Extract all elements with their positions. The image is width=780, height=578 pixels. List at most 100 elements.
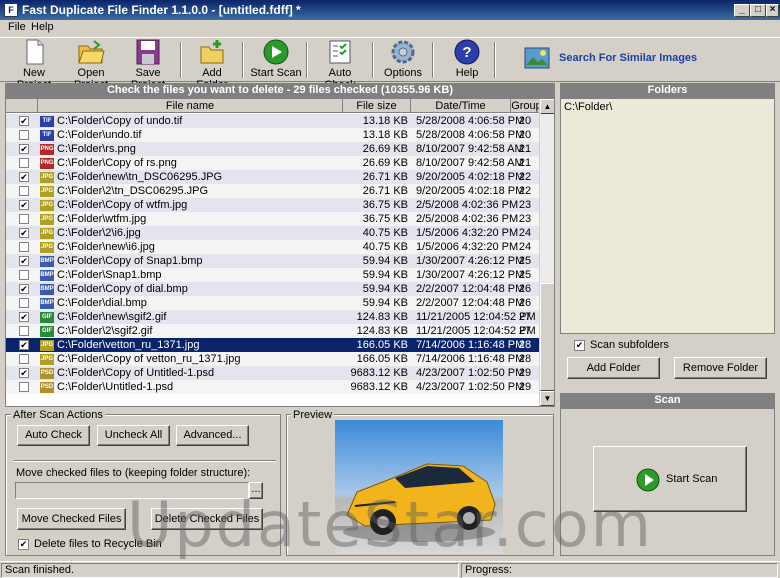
delete-checked-files-button[interactable]: Delete Checked Files [151,508,263,530]
results-scrollbar[interactable]: ▲ ▼ [539,99,554,406]
row-checkbox[interactable] [19,270,29,280]
table-row[interactable]: ✔ JPG C:\Folder\new\tn_DSC06295.JPG 26.71 K… [6,170,543,184]
row-checkbox[interactable]: ✔ [19,368,29,378]
row-file-name: C:\Folder\2\sgif2.gif [57,325,153,337]
column-header-check[interactable] [6,99,38,113]
scan-subfolders-checkbox[interactable]: ✔ [574,340,585,351]
folder-item[interactable]: C:\Folder\ [564,101,612,113]
close-button[interactable]: × [766,4,779,17]
start-scan-button[interactable]: Start Scan [250,39,302,81]
row-checkbox[interactable]: ✔ [19,228,29,238]
column-header-file-name[interactable]: File name [38,99,343,113]
column-header-date-time[interactable]: Date/Time [411,99,511,113]
table-row[interactable]: PNG C:\Folder\Copy of rs.png 26.69 KB 8/10/… [6,156,543,170]
folders-list[interactable]: C:\Folder\ [560,98,775,334]
open-project-button[interactable]: Open Project [63,39,119,91]
row-checkbox[interactable] [19,158,29,168]
row-checkbox[interactable]: ✔ [19,256,29,266]
minimize-button[interactable]: _ [734,4,750,17]
table-row[interactable]: JPG C:\Folder\Copy of vetton_ru_1371.jpg 1… [6,352,543,366]
advanced-button[interactable]: Advanced... [176,425,249,446]
results-grid: File name File size Date/Time Group ✔ TIF… [5,98,555,407]
row-checkbox[interactable]: ✔ [19,284,29,294]
search-similar-images-link[interactable]: Search For Similar Images [559,52,697,64]
options-button[interactable]: Options [380,39,426,81]
row-file-size: 166.05 KB [356,339,408,351]
table-row[interactable]: BMP C:\Folder\Snap1.bmp 59.94 KB 1/30/2007 … [6,268,543,282]
move-checked-files-button[interactable]: Move Checked Files [17,508,126,530]
table-row[interactable]: ✔ PSD C:\Folder\Copy of Untitled-1.psd 9683… [6,366,543,380]
row-checkbox[interactable] [19,130,29,140]
scroll-thumb[interactable] [540,283,554,391]
move-destination-input[interactable] [15,482,249,499]
image-search-icon[interactable] [524,47,550,69]
results-header: Check the files you want to delete - 29 … [5,83,555,98]
table-row[interactable]: JPG C:\Folder\2\tn_DSC06295.JPG 26.71 KB 9/… [6,184,543,198]
table-row[interactable]: BMP C:\Folder\dial.bmp 59.94 KB 2/2/2007 12… [6,296,543,310]
row-date-time: 4/23/2007 1:02:50 PM [416,367,525,379]
row-checkbox[interactable]: ✔ [19,144,29,154]
menu-help[interactable]: Help [31,21,54,33]
title-bar: F Fast Duplicate File Finder 1.1.0.0 - [… [0,0,780,20]
uncheck-all-button[interactable]: Uncheck All [97,425,170,446]
row-group: 28 [518,339,532,351]
save-project-button[interactable]: Save Project [120,39,176,91]
row-checkbox[interactable]: ✔ [19,172,29,182]
table-row[interactable]: JPG C:\Folder\new\i6.jpg 40.75 KB 1/5/2006 … [6,240,543,254]
row-file-name: C:\Folder\wtfm.jpg [57,213,147,225]
table-row[interactable]: ✔ TIF C:\Folder\Copy of undo.tif 13.18 KB 5/… [6,114,543,128]
row-checkbox[interactable]: ✔ [19,116,29,126]
progress-cell: Progress: [461,563,778,578]
table-row[interactable]: GIF C:\Folder\2\sgif2.gif 124.83 KB 11/21/2… [6,324,543,338]
table-row[interactable]: JPG C:\Folder\wtfm.jpg 36.75 KB 2/5/2008 4:… [6,212,543,226]
row-checkbox[interactable]: ✔ [19,200,29,210]
row-file-name: C:\Folder\vetton_ru_1371.jpg [57,339,200,351]
table-row[interactable]: ✔ GIF C:\Folder\new\sgif2.gif 124.83 KB 11/2… [6,310,543,324]
row-file-size: 36.75 KB [362,199,408,211]
table-row[interactable]: ✔ JPG C:\Folder\2\i6.jpg 40.75 KB 1/5/2006 4… [6,226,543,240]
row-checkbox[interactable] [19,354,29,364]
row-file-name: C:\Folder\undo.tif [57,129,142,141]
auto-check-icon [326,39,354,65]
file-type-icon: JPG [40,242,54,253]
file-type-icon: TIF [40,116,54,127]
column-header-file-size[interactable]: File size [343,99,411,113]
table-row[interactable]: ✔ BMP C:\Folder\Copy of Snap1.bmp 59.94 KB 1… [6,254,543,268]
browse-button[interactable]: ... [249,482,263,499]
row-checkbox[interactable] [19,298,29,308]
scan-start-scan-button[interactable]: Start Scan [593,446,747,512]
table-row[interactable]: ✔ JPG C:\Folder\vetton_ru_1371.jpg 166.05 K… [6,338,543,352]
row-file-size: 124.83 KB [356,311,408,323]
row-checkbox[interactable]: ✔ [19,340,29,350]
row-file-size: 9683.12 KB [350,367,409,379]
row-file-name: C:\Folder\dial.bmp [57,297,147,309]
toolbar-separator [180,42,182,78]
maximize-button[interactable]: □ [750,4,766,17]
file-type-icon: BMP [40,284,54,295]
new-project-button[interactable]: New Project [6,39,62,91]
row-checkbox[interactable] [19,242,29,252]
table-row[interactable]: ✔ JPG C:\Folder\Copy of wtfm.jpg 36.75 KB 2/… [6,198,543,212]
file-type-icon: PNG [40,144,54,155]
auto-check-button[interactable]: Auto Check [312,39,368,91]
row-checkbox[interactable]: ✔ [19,312,29,322]
table-row[interactable]: PSD C:\Folder\Untitled-1.psd 9683.12 KB 4/2… [6,380,543,394]
help-button[interactable]: ? Help [446,39,488,81]
remove-folder-button[interactable]: Remove Folder [674,357,767,379]
add-folder-button[interactable]: Add Folder [186,39,238,91]
scroll-up-button[interactable]: ▲ [540,99,554,114]
row-file-name: C:\Folder\Snap1.bmp [57,269,162,281]
auto-check-action-button[interactable]: Auto Check [17,425,90,446]
row-checkbox[interactable] [19,326,29,336]
row-checkbox[interactable] [19,186,29,196]
menu-file[interactable]: File [8,21,26,33]
table-row[interactable]: ✔ BMP C:\Folder\Copy of dial.bmp 59.94 KB 2/… [6,282,543,296]
table-row[interactable]: TIF C:\Folder\undo.tif 13.18 KB 5/28/2008 4… [6,128,543,142]
row-group: 25 [518,255,532,267]
scroll-down-button[interactable]: ▼ [540,391,554,406]
row-checkbox[interactable] [19,214,29,224]
folders-add-folder-button[interactable]: Add Folder [567,357,660,379]
recycle-bin-checkbox[interactable]: ✔ [18,539,29,550]
table-row[interactable]: ✔ PNG C:\Folder\rs.png 26.69 KB 8/10/2007 9:… [6,142,543,156]
row-checkbox[interactable] [19,382,29,392]
